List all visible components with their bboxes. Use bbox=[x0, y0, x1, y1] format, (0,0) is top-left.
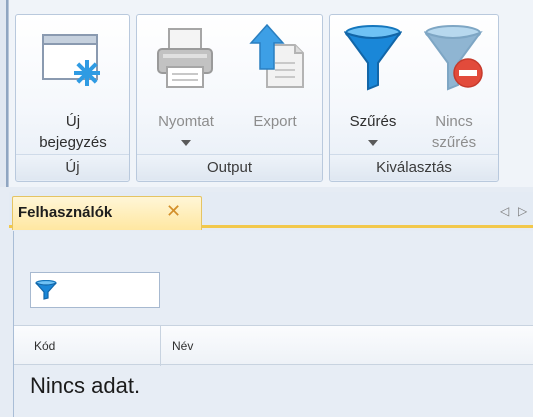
ribbon-left-edge bbox=[0, 0, 9, 187]
tab-users[interactable]: Felhasználók ✕ bbox=[12, 196, 202, 230]
filter-input[interactable] bbox=[30, 272, 160, 308]
column-header-code[interactable]: Kód bbox=[34, 326, 55, 366]
empty-grid-message: Nincs adat. bbox=[30, 373, 141, 398]
new-entry-icon bbox=[41, 29, 103, 95]
no-filter-icon bbox=[423, 25, 486, 97]
ribbon-group-label-selection: Kiválasztás bbox=[330, 154, 498, 180]
export-icon bbox=[245, 23, 305, 97]
ribbon-group-label-new: Új bbox=[16, 154, 129, 180]
ribbon-group-selection: Szűrés Nincs szűrés Kiválasztás bbox=[329, 14, 499, 182]
grid-header: Kód Név bbox=[14, 325, 533, 366]
new-entry-label-line1: Új bbox=[65, 113, 81, 130]
new-entry-button[interactable]: Új bejegyzés bbox=[20, 19, 126, 155]
column-header-name[interactable]: Név bbox=[172, 326, 193, 366]
printer-icon bbox=[155, 27, 217, 97]
filter-button[interactable]: Szűrés bbox=[334, 19, 412, 155]
no-filter-label-line2: szűrés bbox=[431, 134, 477, 151]
new-entry-label-line2: bejegyzés bbox=[39, 134, 107, 151]
ribbon-group-label-output: Output bbox=[137, 154, 322, 180]
export-button[interactable]: Export bbox=[233, 19, 317, 155]
no-filter-button[interactable]: Nincs szűrés bbox=[414, 19, 494, 155]
tab-users-label: Felhasználók bbox=[18, 204, 113, 221]
export-label: Export bbox=[253, 113, 297, 130]
filter-label: Szűrés bbox=[349, 113, 397, 130]
close-icon[interactable]: ✕ bbox=[166, 201, 181, 222]
no-filter-label-line1: Nincs bbox=[435, 113, 473, 130]
print-label: Nyomtat bbox=[158, 113, 214, 130]
filter-dropdown-arrow-icon bbox=[368, 140, 378, 146]
ribbon-group-new: Új bejegyzés Új bbox=[15, 14, 130, 182]
filter-icon bbox=[343, 25, 403, 97]
scroll-right-icon[interactable]: ▷ bbox=[518, 204, 527, 218]
filter-icon bbox=[35, 279, 57, 305]
column-separator[interactable] bbox=[160, 326, 161, 366]
print-dropdown-arrow-icon bbox=[181, 140, 191, 146]
ribbon-group-output: Nyomtat Export Output bbox=[136, 14, 323, 182]
scroll-left-icon[interactable]: ◁ bbox=[500, 204, 509, 218]
print-button[interactable]: Nyomtat bbox=[141, 19, 231, 155]
